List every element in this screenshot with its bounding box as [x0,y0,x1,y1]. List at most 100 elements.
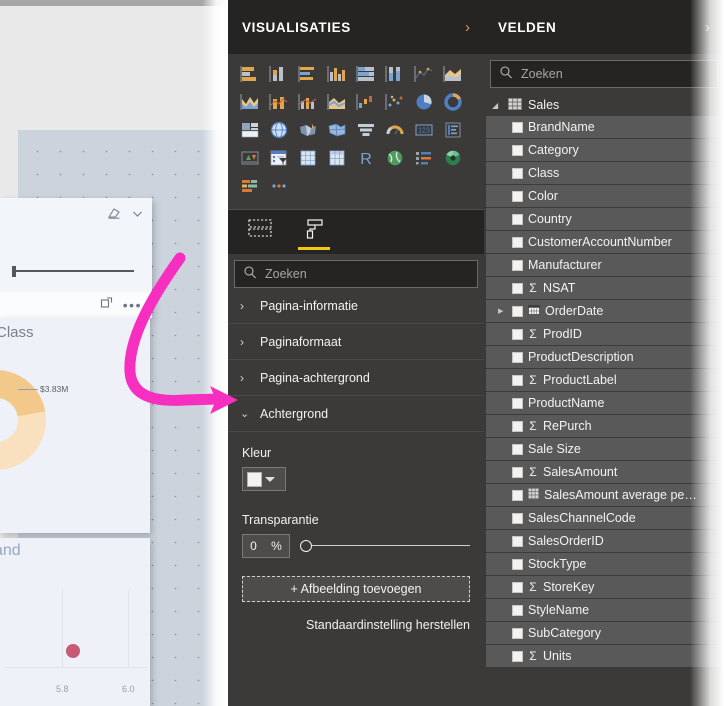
scatter-chart-icon[interactable] [381,88,409,115]
field-checkbox[interactable] [512,650,523,662]
field-row[interactable]: Σ RePurch [486,415,722,437]
line-clustered-column-chart-icon[interactable] [294,88,322,115]
chevron-down-icon[interactable] [131,207,144,225]
key-influencers-icon[interactable] [410,144,438,171]
stacked-area-chart-icon[interactable] [236,88,264,115]
transparency-slider[interactable] [300,538,470,554]
visualization-gallery[interactable]: 123 R [228,54,484,207]
hundred-percent-stacked-column-chart-icon[interactable] [381,60,409,87]
funnel-chart-icon[interactable] [352,116,380,143]
field-checkbox[interactable] [512,121,523,133]
field-checkbox[interactable] [512,259,523,271]
gauge-chart-icon[interactable] [381,116,409,143]
decomposition-tree-icon[interactable] [439,144,467,171]
field-checkbox[interactable] [512,167,523,179]
arcgis-map-icon[interactable] [381,144,409,171]
expand-caret-icon[interactable]: ▶ [498,307,507,315]
field-row[interactable]: CustomerAccountNumber [486,231,722,253]
field-checkbox[interactable] [512,420,523,432]
area-chart-icon[interactable] [439,60,467,87]
eraser-icon[interactable] [107,206,121,225]
field-checkbox[interactable] [512,282,523,294]
hundred-percent-stacked-bar-chart-icon[interactable] [352,60,380,87]
field-checkbox[interactable] [512,489,523,501]
slicer-range-slider[interactable] [12,266,134,277]
table-icon[interactable] [294,144,322,171]
fields-list[interactable]: BrandName Category Class Color Country Custom… [484,116,724,667]
field-checkbox[interactable] [512,144,523,156]
format-pane-tabs[interactable] [228,210,484,254]
slicer-visual[interactable]: ••• [0,198,152,318]
field-row[interactable]: BrandName [486,116,722,138]
format-tab[interactable] [296,212,332,252]
more-options-icon[interactable] [265,172,293,199]
field-row[interactable]: ProductDescription [486,346,722,368]
field-row[interactable]: Σ Units [486,645,722,667]
field-checkbox[interactable] [512,374,523,386]
filled-map-icon[interactable] [294,116,322,143]
add-image-button[interactable]: + Afbeelding toevoegen [242,576,470,602]
transparency-control[interactable]: 0 % [242,534,470,558]
format-section-paginaformaat[interactable]: › Paginaformaat [228,324,484,360]
field-checkbox[interactable] [512,305,523,317]
field-row[interactable]: StyleName [486,599,722,621]
map-icon[interactable] [265,116,293,143]
format-section-pagina-informatie[interactable]: › Pagina-informatie [228,288,484,324]
field-checkbox[interactable] [512,604,523,616]
field-checkbox[interactable] [512,627,523,639]
slicer-icon[interactable] [265,144,293,171]
report-canvas[interactable]: ••• by Class $3.83M Brand 5.8 6.0 [0,0,228,706]
field-row[interactable]: Σ ProductLabel [486,369,722,391]
field-row[interactable]: Color [486,185,722,207]
field-checkbox[interactable] [512,397,523,409]
field-row[interactable]: Class [486,162,722,184]
format-search-input[interactable]: Zoeken [234,260,478,288]
paginated-report-icon[interactable] [236,172,264,199]
field-row[interactable]: Σ SalesAmount [486,461,722,483]
scatter-chart-visual[interactable]: Brand 5.8 6.0 [0,538,150,706]
field-row[interactable]: ▶ OrderDate [486,300,722,322]
field-checkbox[interactable] [512,213,523,225]
field-row[interactable]: SubCategory [486,622,722,644]
kpi-icon[interactable] [236,144,264,171]
field-checkbox[interactable] [512,443,523,455]
field-checkbox[interactable] [512,512,523,524]
slider-handle[interactable] [300,540,312,552]
multi-row-card-icon[interactable] [439,116,467,143]
field-row[interactable]: ProductName [486,392,722,414]
line-stacked-column-chart-icon[interactable] [265,88,293,115]
waterfall-chart-icon[interactable] [352,88,380,115]
field-row[interactable]: SalesChannelCode [486,507,722,529]
field-checkbox[interactable] [512,351,523,363]
field-row[interactable]: Sale Size [486,438,722,460]
reset-to-default-link[interactable]: Standaardinstelling herstellen [242,618,470,632]
stacked-column-chart-icon[interactable] [265,60,293,87]
matrix-icon[interactable] [323,144,351,171]
field-checkbox[interactable] [512,466,523,478]
field-checkbox[interactable] [512,236,523,248]
fields-search-input[interactable]: Zoeken [490,60,718,88]
line-chart-icon[interactable] [410,60,438,87]
r-script-visual-icon[interactable]: R [352,144,380,171]
focus-mode-icon[interactable] [100,296,113,314]
field-row[interactable]: SalesOrderID [486,530,722,552]
clustered-bar-chart-icon[interactable] [294,60,322,87]
pie-chart-icon[interactable] [410,88,438,115]
field-checkbox[interactable] [512,535,523,547]
donut-chart-icon[interactable] [439,88,467,115]
ribbon-chart-icon[interactable] [323,88,351,115]
collapse-pane-chevron-icon[interactable]: › [465,20,470,35]
treemap-icon[interactable] [236,116,264,143]
field-checkbox[interactable] [512,190,523,202]
field-checkbox[interactable] [512,558,523,570]
more-options-icon[interactable]: ••• [123,298,142,312]
fields-tab[interactable] [242,212,278,252]
field-checkbox[interactable] [512,328,523,340]
field-row[interactable]: Manufacturer [486,254,722,276]
shape-map-icon[interactable] [323,116,351,143]
transparency-value-input[interactable]: 0 % [242,534,290,558]
collapse-pane-chevron-icon[interactable]: › [705,20,710,35]
fields-table-sales[interactable]: ◢ Sales [484,94,724,116]
donut-chart-visual[interactable]: by Class $3.83M [0,318,150,533]
field-row[interactable]: StockType [486,553,722,575]
